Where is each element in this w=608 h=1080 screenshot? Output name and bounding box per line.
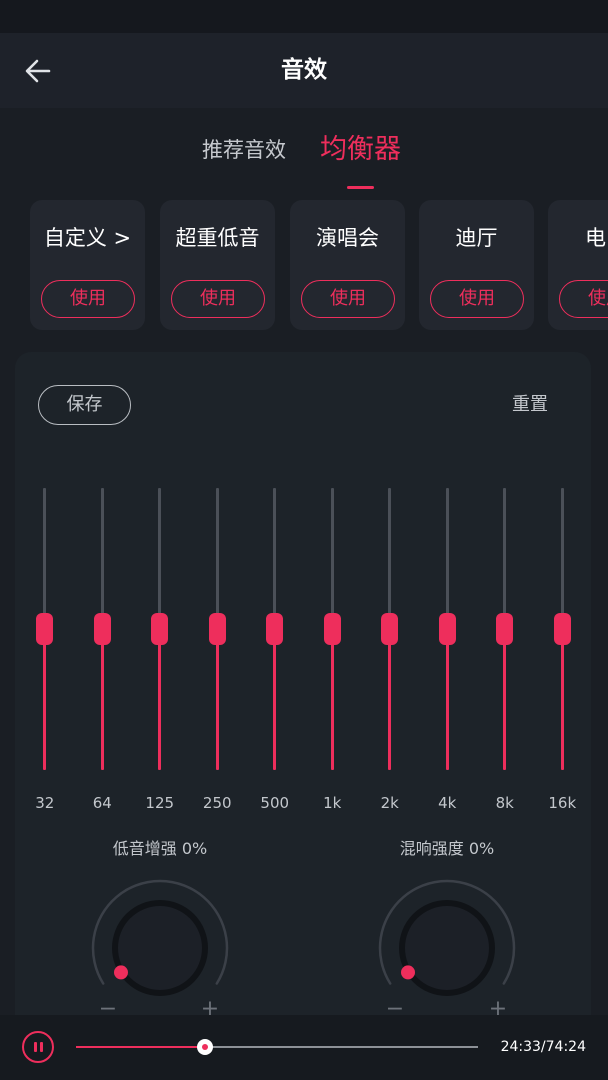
- bass-boost-control: 低音增强 0% − +: [80, 838, 240, 1028]
- progress-thumb[interactable]: [196, 1039, 213, 1055]
- preset-list: 自定义 > 使用 超重低音 使用 演唱会 使用 迪厅 使用 电 使用: [0, 200, 608, 331]
- eq-handle[interactable]: [151, 613, 169, 645]
- eq-track-lower: [503, 629, 507, 770]
- arrow-left-icon: [25, 59, 51, 83]
- eq-slider-64[interactable]: 64: [74, 488, 132, 818]
- eq-slider-32[interactable]: 32: [16, 488, 74, 818]
- preset-card-concert[interactable]: 演唱会 使用: [290, 200, 405, 330]
- tab-equalizer[interactable]: 均衡器: [320, 133, 401, 167]
- eq-slider-4k[interactable]: 4k: [419, 488, 477, 818]
- eq-band-label: 1k: [323, 794, 342, 812]
- eq-track-upper: [503, 488, 507, 629]
- eq-track-upper: [215, 488, 219, 629]
- preset-label: 迪厅: [455, 226, 498, 250]
- eq-handle[interactable]: [496, 613, 514, 645]
- eq-band-label: 64: [92, 794, 112, 812]
- use-preset-button[interactable]: 使用: [41, 280, 135, 318]
- eq-track-upper: [388, 488, 392, 629]
- eq-handle[interactable]: [323, 613, 341, 645]
- eq-track-upper: [43, 488, 47, 629]
- eq-slider-500[interactable]: 500: [246, 488, 304, 818]
- pause-icon-bar: [39, 1042, 43, 1052]
- progress-bar[interactable]: [76, 1039, 478, 1055]
- eq-slider-2k[interactable]: 2k: [361, 488, 419, 818]
- tab-recommended-effects[interactable]: 推荐音效: [202, 136, 286, 164]
- page-title: 音效: [281, 57, 327, 83]
- eq-band-label: 4k: [438, 794, 457, 812]
- dial-indicator-dot: [401, 965, 415, 980]
- eq-handle[interactable]: [93, 613, 111, 645]
- preset-card-heavy-bass[interactable]: 超重低音 使用: [160, 200, 275, 330]
- preset-card-custom[interactable]: 自定义 > 使用: [30, 200, 145, 330]
- eq-track-upper: [560, 488, 564, 629]
- eq-track-upper: [273, 488, 277, 629]
- pause-icon-bar: [33, 1042, 37, 1052]
- eq-track-lower: [560, 629, 564, 770]
- bass-boost-dial[interactable]: − +: [80, 878, 240, 1028]
- eq-slider-125[interactable]: 125: [131, 488, 189, 818]
- eq-slider-8k[interactable]: 8k: [476, 488, 534, 818]
- use-preset-button[interactable]: 使用: [430, 280, 524, 318]
- use-preset-button[interactable]: 使用: [301, 280, 395, 318]
- eq-slider-1k[interactable]: 1k: [304, 488, 362, 818]
- active-tab-indicator: [347, 186, 374, 189]
- eq-track-lower: [100, 629, 104, 770]
- preset-label: 自定义 >: [43, 226, 132, 250]
- equalizer: 32 64 125 250 500 1k 2k 4k 8k 16k: [16, 488, 591, 818]
- preset-label: 电: [585, 226, 606, 250]
- dial-indicator-dot: [114, 965, 128, 980]
- eq-slider-250[interactable]: 250: [189, 488, 247, 818]
- playback-time: 24:33/74:24: [500, 1039, 586, 1055]
- preset-card-partial[interactable]: 电 使用: [548, 200, 608, 330]
- eq-track-lower: [330, 629, 334, 770]
- eq-track-lower: [388, 629, 392, 770]
- eq-slider-16k[interactable]: 16k: [534, 488, 592, 818]
- eq-handle[interactable]: [438, 613, 456, 645]
- eq-track-upper: [445, 488, 449, 629]
- eq-band-label: 125: [145, 794, 175, 812]
- preset-label: 演唱会: [316, 226, 379, 250]
- eq-track-lower: [273, 629, 277, 770]
- progress-fill: [76, 1046, 205, 1048]
- eq-track-lower: [43, 629, 47, 770]
- eq-band-label: 16k: [548, 794, 577, 812]
- use-preset-button[interactable]: 使用: [559, 280, 608, 318]
- eq-track-upper: [100, 488, 104, 629]
- eq-band-label: 32: [35, 794, 55, 812]
- eq-handle[interactable]: [381, 613, 399, 645]
- eq-band-label: 8k: [495, 794, 514, 812]
- reverb-control: 混响强度 0% − +: [367, 838, 527, 1028]
- eq-handle[interactable]: [208, 613, 226, 645]
- dial-knob[interactable]: [399, 900, 495, 996]
- dial-knob[interactable]: [112, 900, 208, 996]
- save-button[interactable]: 保存: [38, 385, 131, 425]
- status-bar: [0, 0, 608, 33]
- eq-track-lower: [445, 629, 449, 770]
- use-preset-button[interactable]: 使用: [171, 280, 265, 318]
- progress-thumb-dot: [201, 1044, 208, 1050]
- reset-button[interactable]: 重置: [512, 392, 548, 418]
- eq-band-label: 250: [202, 794, 232, 812]
- eq-band-label: 2k: [380, 794, 399, 812]
- reverb-dial[interactable]: − +: [367, 878, 527, 1028]
- player-bar: 24:33/74:24: [0, 1015, 608, 1080]
- eq-track-upper: [330, 488, 334, 629]
- reverb-label: 混响强度 0%: [399, 839, 495, 858]
- back-button[interactable]: [22, 55, 54, 87]
- app-header: 音效: [0, 33, 608, 108]
- pause-button[interactable]: [22, 1031, 54, 1063]
- eq-handle[interactable]: [36, 613, 54, 645]
- bass-boost-label: 低音增强 0%: [112, 839, 208, 858]
- eq-track-lower: [158, 629, 162, 770]
- eq-track-upper: [158, 488, 162, 629]
- preset-label: 超重低音: [175, 226, 260, 250]
- equalizer-panel: 保存 重置 32 64 125 250 500 1k 2k 4k 8k 16k 低音增强 0% −…: [15, 352, 591, 1080]
- eq-handle[interactable]: [553, 613, 571, 645]
- preset-card-disco[interactable]: 迪厅 使用: [419, 200, 534, 330]
- eq-track-lower: [215, 629, 219, 770]
- eq-handle[interactable]: [266, 613, 284, 645]
- eq-band-label: 500: [260, 794, 290, 812]
